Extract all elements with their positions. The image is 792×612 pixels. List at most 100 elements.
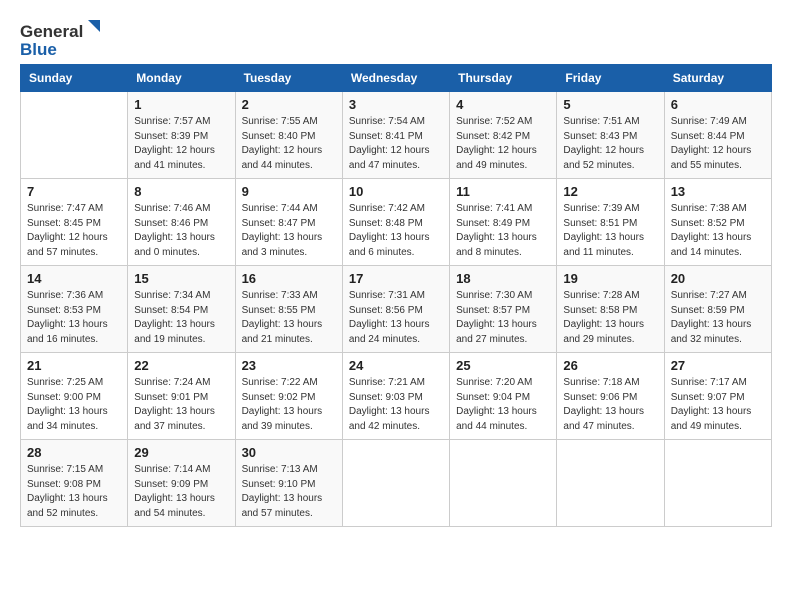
day-info: Sunrise: 7:33 AM Sunset: 8:55 PM Dayligh…: [242, 289, 336, 347]
day-number: 1: [134, 97, 228, 112]
calendar-cell: 22 Sunrise: 7:24 AM Sunset: 9:01 PM Dayli…: [128, 353, 235, 440]
day-info: Sunrise: 7:47 AM Sunset: 8:45 PM Dayligh…: [27, 202, 121, 260]
day-number: 19: [563, 271, 657, 286]
day-number: 15: [134, 271, 228, 286]
calendar-cell: 5 Sunrise: 7:51 AM Sunset: 8:43 PM Daylig…: [557, 92, 664, 179]
calendar-week-row: 21 Sunrise: 7:25 AM Sunset: 9:00 PM Dayli…: [21, 353, 772, 440]
calendar-table: SundayMondayTuesdayWednesdayThursdayFrid…: [20, 64, 772, 527]
day-number: 11: [456, 184, 550, 199]
day-number: 2: [242, 97, 336, 112]
day-number: 23: [242, 358, 336, 373]
day-number: 27: [671, 358, 765, 373]
day-info: Sunrise: 7:34 AM Sunset: 8:54 PM Dayligh…: [134, 289, 228, 347]
svg-text:Blue: Blue: [20, 40, 57, 58]
day-number: 18: [456, 271, 550, 286]
day-info: Sunrise: 7:49 AM Sunset: 8:44 PM Dayligh…: [671, 115, 765, 173]
calendar-cell: 24 Sunrise: 7:21 AM Sunset: 9:03 PM Dayli…: [342, 353, 449, 440]
day-info: Sunrise: 7:44 AM Sunset: 8:47 PM Dayligh…: [242, 202, 336, 260]
weekday-header-cell: Monday: [128, 65, 235, 92]
calendar-cell: 9 Sunrise: 7:44 AM Sunset: 8:47 PM Daylig…: [235, 179, 342, 266]
calendar-cell: 7 Sunrise: 7:47 AM Sunset: 8:45 PM Daylig…: [21, 179, 128, 266]
day-number: 22: [134, 358, 228, 373]
calendar-cell: 12Sunrise: 7:39 AM Sunset: 8:51 PM Dayli…: [557, 179, 664, 266]
day-info: Sunrise: 7:27 AM Sunset: 8:59 PM Dayligh…: [671, 289, 765, 347]
calendar-cell: [342, 440, 449, 527]
day-info: Sunrise: 7:38 AM Sunset: 8:52 PM Dayligh…: [671, 202, 765, 260]
svg-text:General: General: [20, 22, 83, 41]
day-info: Sunrise: 7:39 AM Sunset: 8:51 PM Dayligh…: [563, 202, 657, 260]
calendar-cell: 18 Sunrise: 7:30 AM Sunset: 8:57 PM Dayli…: [450, 266, 557, 353]
logo: GeneralBlue: [20, 20, 100, 58]
calendar-cell: 23 Sunrise: 7:22 AM Sunset: 9:02 PM Dayli…: [235, 353, 342, 440]
calendar-cell: 11 Sunrise: 7:41 AM Sunset: 8:49 PM Dayli…: [450, 179, 557, 266]
day-info: Sunrise: 7:57 AM Sunset: 8:39 PM Dayligh…: [134, 115, 228, 173]
calendar-cell: 21 Sunrise: 7:25 AM Sunset: 9:00 PM Dayli…: [21, 353, 128, 440]
day-number: 7: [27, 184, 121, 199]
day-info: Sunrise: 7:13 AM Sunset: 9:10 PM Dayligh…: [242, 463, 336, 521]
day-number: 28: [27, 445, 121, 460]
day-number: 6: [671, 97, 765, 112]
weekday-header-cell: Tuesday: [235, 65, 342, 92]
day-number: 17: [349, 271, 443, 286]
day-info: Sunrise: 7:30 AM Sunset: 8:57 PM Dayligh…: [456, 289, 550, 347]
day-number: 3: [349, 97, 443, 112]
day-number: 20: [671, 271, 765, 286]
calendar-cell: 4 Sunrise: 7:52 AM Sunset: 8:42 PM Daylig…: [450, 92, 557, 179]
day-number: 8: [134, 184, 228, 199]
day-number: 26: [563, 358, 657, 373]
weekday-header-cell: Friday: [557, 65, 664, 92]
day-info: Sunrise: 7:18 AM Sunset: 9:06 PM Dayligh…: [563, 376, 657, 434]
day-number: 25: [456, 358, 550, 373]
calendar-cell: 15 Sunrise: 7:34 AM Sunset: 8:54 PM Dayli…: [128, 266, 235, 353]
calendar-cell: [664, 440, 771, 527]
day-number: 10: [349, 184, 443, 199]
calendar-cell: 29Sunrise: 7:14 AM Sunset: 9:09 PM Dayli…: [128, 440, 235, 527]
day-number: 5: [563, 97, 657, 112]
day-info: Sunrise: 7:31 AM Sunset: 8:56 PM Dayligh…: [349, 289, 443, 347]
day-number: 29: [134, 445, 228, 460]
day-info: Sunrise: 7:55 AM Sunset: 8:40 PM Dayligh…: [242, 115, 336, 173]
calendar-cell: 16 Sunrise: 7:33 AM Sunset: 8:55 PM Dayli…: [235, 266, 342, 353]
calendar-cell: 20 Sunrise: 7:27 AM Sunset: 8:59 PM Dayli…: [664, 266, 771, 353]
day-number: 9: [242, 184, 336, 199]
calendar-week-row: 7 Sunrise: 7:47 AM Sunset: 8:45 PM Daylig…: [21, 179, 772, 266]
day-info: Sunrise: 7:51 AM Sunset: 8:43 PM Dayligh…: [563, 115, 657, 173]
day-number: 16: [242, 271, 336, 286]
day-info: Sunrise: 7:42 AM Sunset: 8:48 PM Dayligh…: [349, 202, 443, 260]
day-number: 4: [456, 97, 550, 112]
day-info: Sunrise: 7:24 AM Sunset: 9:01 PM Dayligh…: [134, 376, 228, 434]
header: GeneralBlue: [20, 20, 772, 58]
calendar-cell: 17 Sunrise: 7:31 AM Sunset: 8:56 PM Dayli…: [342, 266, 449, 353]
day-info: Sunrise: 7:36 AM Sunset: 8:53 PM Dayligh…: [27, 289, 121, 347]
calendar-cell: [557, 440, 664, 527]
logo-svg: GeneralBlue: [20, 20, 100, 58]
day-info: Sunrise: 7:46 AM Sunset: 8:46 PM Dayligh…: [134, 202, 228, 260]
calendar-cell: [21, 92, 128, 179]
calendar-cell: 1 Sunrise: 7:57 AM Sunset: 8:39 PM Daylig…: [128, 92, 235, 179]
weekday-header-cell: Saturday: [664, 65, 771, 92]
calendar-cell: 28 Sunrise: 7:15 AM Sunset: 9:08 PM Dayli…: [21, 440, 128, 527]
calendar-cell: 30 Sunrise: 7:13 AM Sunset: 9:10 PM Dayli…: [235, 440, 342, 527]
day-info: Sunrise: 7:22 AM Sunset: 9:02 PM Dayligh…: [242, 376, 336, 434]
calendar-cell: [450, 440, 557, 527]
day-info: Sunrise: 7:52 AM Sunset: 8:42 PM Dayligh…: [456, 115, 550, 173]
day-info: Sunrise: 7:41 AM Sunset: 8:49 PM Dayligh…: [456, 202, 550, 260]
day-info: Sunrise: 7:17 AM Sunset: 9:07 PM Dayligh…: [671, 376, 765, 434]
day-info: Sunrise: 7:54 AM Sunset: 8:41 PM Dayligh…: [349, 115, 443, 173]
calendar-cell: 19 Sunrise: 7:28 AM Sunset: 8:58 PM Dayli…: [557, 266, 664, 353]
day-number: 21: [27, 358, 121, 373]
calendar-cell: 6 Sunrise: 7:49 AM Sunset: 8:44 PM Daylig…: [664, 92, 771, 179]
day-info: Sunrise: 7:15 AM Sunset: 9:08 PM Dayligh…: [27, 463, 121, 521]
day-number: 14: [27, 271, 121, 286]
day-info: Sunrise: 7:28 AM Sunset: 8:58 PM Dayligh…: [563, 289, 657, 347]
day-info: Sunrise: 7:25 AM Sunset: 9:00 PM Dayligh…: [27, 376, 121, 434]
day-number: 30: [242, 445, 336, 460]
day-info: Sunrise: 7:21 AM Sunset: 9:03 PM Dayligh…: [349, 376, 443, 434]
calendar-week-row: 14 Sunrise: 7:36 AM Sunset: 8:53 PM Dayli…: [21, 266, 772, 353]
calendar-cell: 10 Sunrise: 7:42 AM Sunset: 8:48 PM Dayli…: [342, 179, 449, 266]
calendar-cell: 3 Sunrise: 7:54 AM Sunset: 8:41 PM Daylig…: [342, 92, 449, 179]
day-number: 24: [349, 358, 443, 373]
calendar-cell: 13 Sunrise: 7:38 AM Sunset: 8:52 PM Dayli…: [664, 179, 771, 266]
weekday-header-cell: Sunday: [21, 65, 128, 92]
day-number: 13: [671, 184, 765, 199]
